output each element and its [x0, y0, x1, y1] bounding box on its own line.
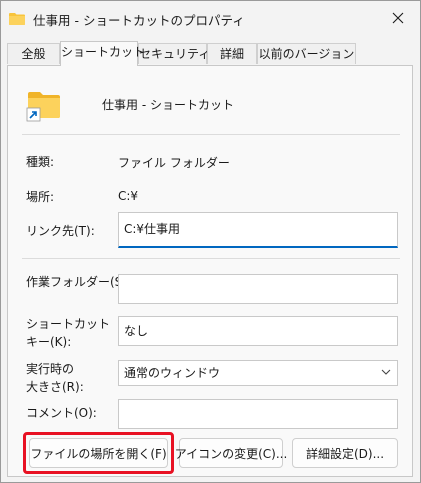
location-label: 場所:	[26, 190, 55, 204]
run-select-value: 通常のウィンドウ	[124, 366, 221, 380]
location-value: C:¥	[118, 189, 139, 203]
advanced-button[interactable]: 詳細設定(D)...	[292, 438, 398, 468]
shortcut-key-label-line2: キー(K):	[26, 335, 72, 349]
folder-icon	[9, 13, 25, 25]
tab-details[interactable]: 詳細	[207, 43, 257, 64]
tab-general[interactable]: 全般	[7, 43, 60, 64]
type-value: ファイル フォルダー	[118, 156, 230, 170]
comment-label: コメント(O):	[26, 406, 97, 420]
properties-window: 仕事用 - ショートカットのプロパティ 全般 ショートカット セキュリティ 詳細…	[0, 0, 421, 483]
shortcut-key-input[interactable]: なし	[118, 316, 398, 346]
divider	[22, 134, 400, 135]
run-label-line2: 大きさ(R):	[26, 380, 84, 394]
run-label-line1: 実行時の	[26, 362, 75, 376]
change-icon-button[interactable]: アイコンの変更(C)...	[175, 438, 287, 468]
window-title: 仕事用 - ショートカットのプロパティ	[33, 13, 245, 28]
shortcut-panel: 仕事用 - ショートカット 種類: ファイル フォルダー 場所: C:¥ リンク…	[7, 65, 413, 477]
folder-shortcut-icon	[26, 92, 60, 122]
chevron-down-icon	[381, 369, 391, 375]
tab-strip: 全般 ショートカット セキュリティ 詳細 以前のバージョン	[7, 41, 417, 66]
start-in-input[interactable]	[118, 274, 398, 304]
open-file-location-button[interactable]: ファイルの場所を開く(F)	[29, 438, 168, 468]
tab-shortcut[interactable]: ショートカット	[60, 41, 145, 66]
close-icon	[392, 12, 404, 24]
shortcut-name: 仕事用 - ショートカット	[102, 98, 234, 112]
close-button[interactable]	[378, 3, 418, 33]
run-select[interactable]: 通常のウィンドウ	[118, 360, 398, 386]
start-in-label: 作業フォルダー(S):	[26, 275, 132, 289]
tab-security[interactable]: セキュリティ	[138, 43, 210, 64]
tab-previous-versions[interactable]: 以前のバージョン	[257, 43, 356, 64]
divider	[22, 258, 400, 259]
target-input[interactable]: C:¥仕事用	[118, 212, 398, 248]
target-label: リンク先(T):	[26, 224, 95, 238]
comment-input[interactable]	[118, 399, 398, 429]
title-bar[interactable]: 仕事用 - ショートカットのプロパティ	[1, 1, 420, 37]
shortcut-key-label-line1: ショートカット	[26, 317, 111, 331]
type-label: 種類:	[26, 155, 55, 169]
